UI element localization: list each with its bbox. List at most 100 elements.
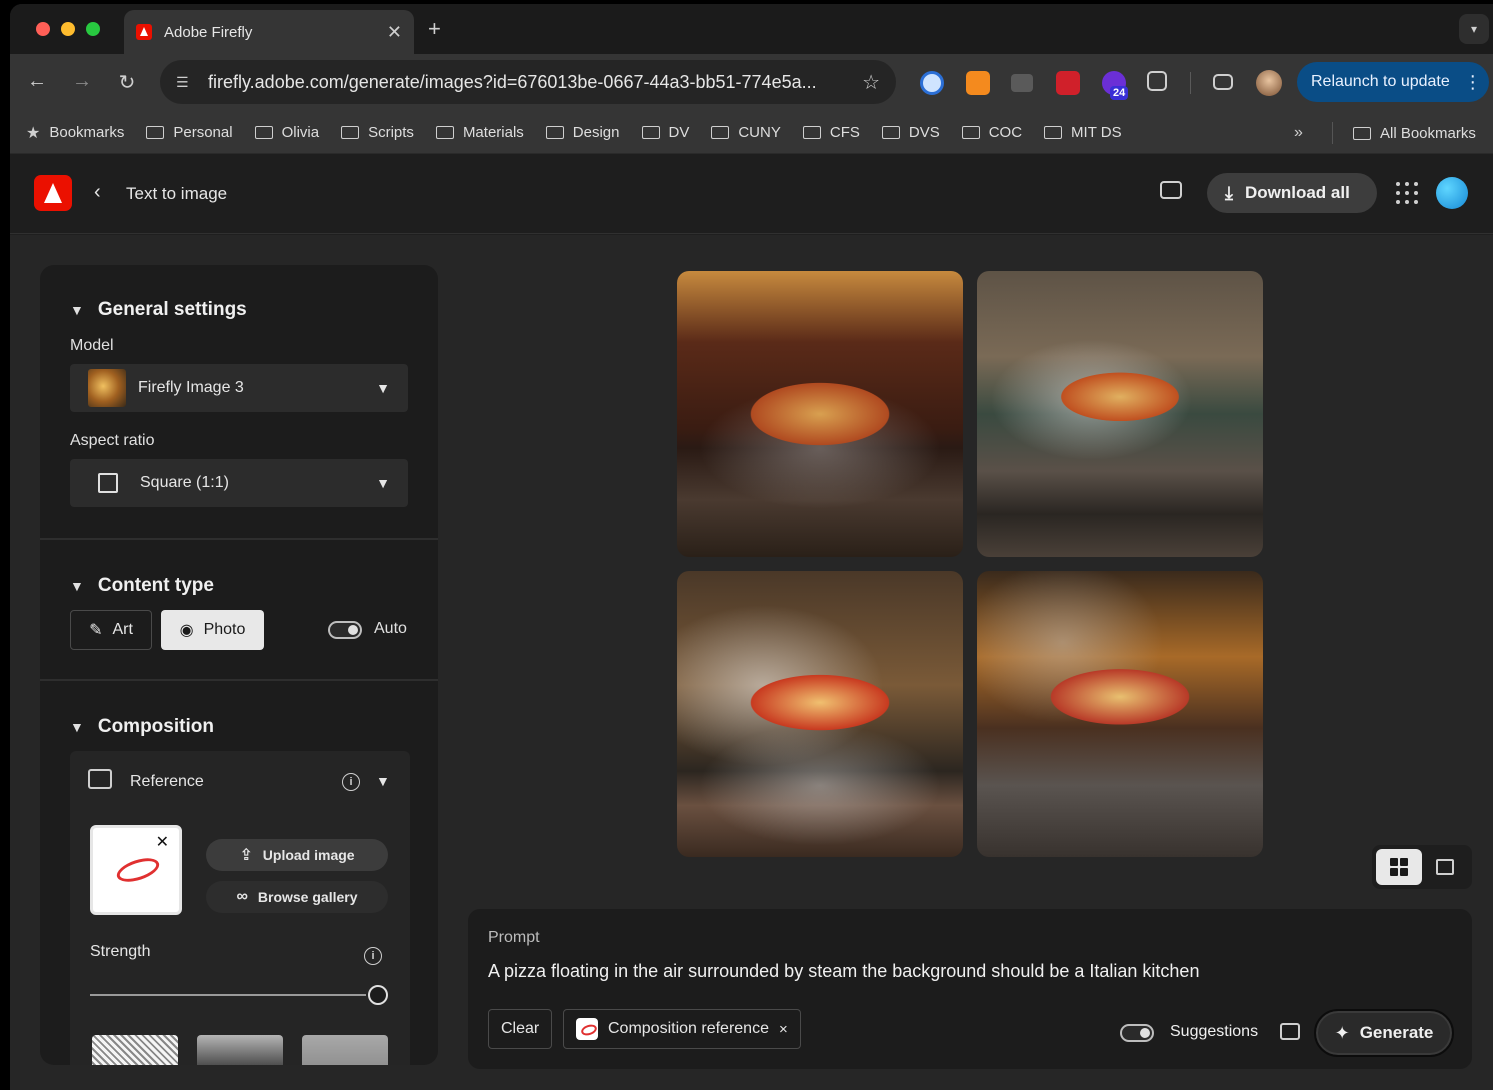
bookmarks-star-icon: ★ — [26, 124, 41, 142]
bookmark-folder[interactable]: MIT DS — [1044, 124, 1122, 141]
clear-label: Clear — [501, 1020, 540, 1037]
composition-header[interactable]: ▼ Composition — [70, 716, 214, 738]
bookmark-star-icon[interactable]: ☆ — [862, 70, 880, 95]
extension-icon-2[interactable] — [966, 71, 990, 95]
collapse-chevron-icon: ▼ — [70, 719, 84, 735]
browse-gallery-button[interactable]: ∞ Browse gallery — [206, 881, 388, 913]
general-settings-header[interactable]: ▼ General settings — [70, 299, 247, 321]
upload-image-button[interactable]: ⇪ Upload image — [206, 839, 388, 871]
single-view-button[interactable] — [1422, 849, 1468, 885]
content-type-header[interactable]: ▼ Content type — [70, 575, 214, 597]
adobe-logo-icon[interactable] — [34, 175, 72, 211]
relaunch-to-update-button[interactable]: Relaunch to update ⋮ — [1297, 62, 1489, 102]
arrow-extension-icon[interactable] — [1056, 71, 1080, 95]
profile-avatar[interactable] — [1256, 70, 1282, 96]
style-thumbnail[interactable] — [92, 1035, 178, 1065]
photo-button[interactable]: ◉ Photo — [161, 610, 264, 650]
bookmark-folder[interactable]: DVS — [881, 124, 940, 141]
prompt-input[interactable]: A pizza floating in the air surrounded b… — [488, 961, 1199, 982]
address-bar[interactable]: ☰ firefly.adobe.com/generate/images?id=6… — [160, 60, 896, 104]
generate-label: Generate — [1359, 1023, 1434, 1042]
auto-toggle[interactable] — [328, 621, 362, 639]
grid-view-button[interactable] — [1376, 849, 1422, 885]
remove-chip-icon[interactable]: × — [779, 1021, 788, 1038]
strength-slider-track[interactable] — [90, 994, 366, 996]
clear-button[interactable]: Clear — [488, 1009, 553, 1049]
camera-extension-icon[interactable] — [1011, 74, 1033, 92]
bookmark-folder[interactable]: Olivia — [254, 124, 319, 141]
bookmark-folder[interactable]: COC — [961, 124, 1022, 141]
aspect-ratio-value: Square (1:1) — [140, 474, 229, 491]
extension-badge: 24 — [1110, 86, 1129, 100]
browser-window: Adobe Firefly ✕ + ▾ ← → ↻ ☰ firefly.adob… — [10, 4, 1493, 1090]
chevron-down-icon: ▼ — [376, 380, 390, 396]
result-image[interactable] — [977, 271, 1263, 557]
prompt-settings-icon[interactable] — [1280, 1023, 1300, 1040]
tab-close-icon[interactable]: ✕ — [387, 22, 402, 43]
download-all-button[interactable]: ⤓ Download all — [1207, 173, 1377, 213]
bookmark-folder[interactable]: CFS — [802, 124, 860, 141]
style-thumbnail[interactable] — [197, 1035, 283, 1065]
result-image[interactable] — [677, 271, 963, 557]
composition-title: Composition — [97, 716, 214, 737]
result-image[interactable] — [677, 571, 963, 857]
section-divider — [40, 679, 438, 681]
info-icon[interactable]: i — [342, 773, 360, 791]
extension-icon-1[interactable] — [920, 71, 944, 95]
bookmark-folder[interactable]: DV — [641, 124, 689, 141]
strength-info-icon[interactable]: i — [364, 947, 382, 965]
tab-search-chevron-icon[interactable]: ▾ — [1459, 14, 1489, 44]
app-switcher-icon[interactable] — [1396, 182, 1418, 204]
browser-tab[interactable]: Adobe Firefly ✕ — [124, 10, 414, 54]
avatar[interactable] — [1436, 177, 1468, 209]
style-thumbnail[interactable] — [302, 1035, 388, 1065]
site-settings-icon[interactable]: ☰ — [176, 74, 192, 91]
folder-icon — [146, 126, 165, 139]
back-chevron-icon[interactable]: ‹ — [94, 181, 101, 204]
download-icon: ⤓ — [1225, 182, 1233, 203]
model-select[interactable]: Firefly Image 3 ▼ — [70, 364, 408, 412]
bookmark-folder[interactable]: CUNY — [711, 124, 781, 141]
all-bookmarks-button[interactable]: All Bookmarks — [1353, 112, 1476, 154]
bookmark-folder[interactable]: Personal — [146, 124, 233, 141]
generate-button[interactable]: ✦ Generate — [1314, 1009, 1454, 1057]
feedback-chat-icon[interactable] — [1160, 181, 1182, 199]
strength-slider-thumb[interactable] — [368, 985, 388, 1005]
forward-arrow-icon[interactable]: → — [69, 70, 95, 93]
more-vertical-icon[interactable]: ⋮ — [1464, 72, 1482, 93]
result-image[interactable] — [977, 571, 1263, 857]
close-window-button[interactable] — [36, 22, 50, 36]
remove-reference-icon[interactable]: ✕ — [156, 832, 169, 852]
maximize-window-button[interactable] — [86, 22, 100, 36]
more-bookmarks-chevron-icon[interactable]: » — [1294, 124, 1303, 142]
back-arrow-icon[interactable]: ← — [24, 70, 50, 93]
composition-reference-label: Composition reference — [608, 1020, 769, 1037]
url-text[interactable]: firefly.adobe.com/generate/images?id=676… — [208, 72, 852, 93]
reload-icon[interactable]: ↻ — [114, 70, 140, 95]
suggestions-toggle[interactable] — [1120, 1024, 1154, 1042]
strength-label: Strength — [90, 943, 151, 960]
composition-reference-chip[interactable]: Composition reference × — [563, 1009, 801, 1049]
aspect-ratio-select[interactable]: Square (1:1) ▼ — [70, 459, 408, 507]
bookmark-folder[interactable]: Scripts — [341, 124, 414, 141]
bookmarks-button[interactable]: ★ Bookmarks — [26, 123, 124, 143]
bookmark-folder-label: DVS — [908, 124, 940, 141]
cast-icon[interactable] — [1213, 74, 1233, 90]
binoculars-icon: ∞ — [236, 888, 248, 905]
aspect-ratio-label: Aspect ratio — [70, 432, 155, 449]
general-settings-title: General settings — [97, 299, 247, 320]
bookmark-folder-label: Personal — [173, 124, 233, 141]
bookmark-folder[interactable]: Design — [545, 124, 620, 141]
art-button[interactable]: ✎ Art — [70, 610, 152, 650]
tab-title: Adobe Firefly — [164, 23, 253, 41]
reference-label: Reference — [130, 773, 204, 790]
reference-thumbnail[interactable]: ✕ — [90, 825, 182, 915]
bookmark-folder[interactable]: Materials — [435, 124, 524, 141]
chevron-down-icon[interactable]: ▼ — [376, 773, 390, 789]
puzzle-extensions-icon[interactable] — [1147, 71, 1167, 91]
toolbar-divider — [1190, 72, 1191, 94]
page-title[interactable]: Text to image — [126, 184, 227, 204]
minimize-window-button[interactable] — [61, 22, 75, 36]
all-bookmarks-label: All Bookmarks — [1380, 124, 1476, 142]
new-tab-button[interactable]: + — [428, 16, 441, 42]
